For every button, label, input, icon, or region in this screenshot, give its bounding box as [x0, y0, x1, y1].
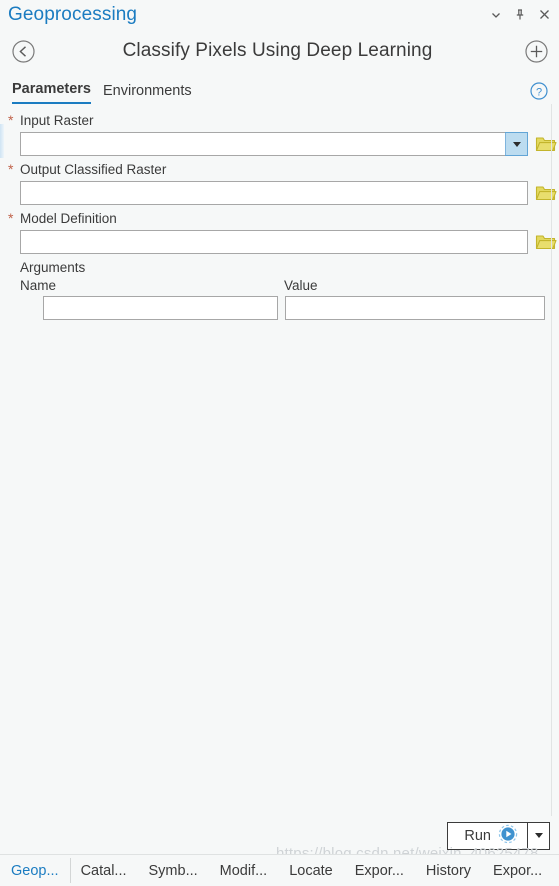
play-icon: [498, 824, 518, 848]
browse-output-classified-raster-button[interactable]: [533, 182, 559, 204]
svg-text:?: ?: [536, 86, 542, 98]
scrollbar-track[interactable]: [551, 104, 552, 816]
table-row: [20, 296, 559, 320]
page-title: Classify Pixels Using Deep Learning: [122, 40, 433, 61]
field-output-classified-raster: * Output Classified Raster: [0, 161, 559, 205]
browse-model-definition-button[interactable]: [533, 231, 559, 253]
tab-environments[interactable]: Environments: [103, 83, 192, 104]
bottom-tab-export-1[interactable]: Expor...: [344, 855, 415, 886]
help-icon[interactable]: ?: [529, 81, 549, 101]
bottom-tab-bar: Geop... Catal... Symb... Modif... Locate…: [0, 854, 559, 886]
column-header-value: Value: [284, 278, 318, 293]
label-text: Model Definition: [20, 211, 117, 226]
label-model-definition: * Model Definition: [8, 210, 559, 227]
arguments-section: Arguments Name Value: [0, 259, 559, 320]
titlebar-controls: [485, 0, 555, 29]
input-raster-input[interactable]: [20, 132, 505, 156]
field-input-raster: * Input Raster: [0, 112, 559, 158]
add-button[interactable]: [523, 38, 549, 64]
chevron-down-icon: [512, 141, 521, 147]
parameters-form: * Input Raster * Output Classified Raste…: [0, 104, 559, 816]
input-raster-dropdown-button[interactable]: [505, 133, 527, 155]
run-button-group: Run: [447, 821, 550, 850]
required-marker: *: [8, 210, 14, 226]
panel-titlebar: Geoprocessing: [0, 0, 559, 29]
field-model-definition: * Model Definition: [0, 210, 559, 254]
run-button[interactable]: Run: [447, 821, 528, 850]
bottom-tab-catalog[interactable]: Catal...: [69, 855, 138, 886]
chevron-down-icon[interactable]: [485, 4, 507, 26]
required-marker: *: [8, 112, 14, 128]
tab-strip: Parameters Environments ?: [0, 73, 559, 104]
label-text: Output Classified Raster: [20, 162, 167, 177]
column-header-name: Name: [20, 278, 57, 293]
bottom-tab-history[interactable]: History: [415, 855, 482, 886]
label-text: Input Raster: [20, 113, 94, 128]
output-classified-raster-input[interactable]: [20, 181, 528, 205]
bottom-tab-geoprocessing[interactable]: Geop...: [0, 855, 70, 886]
panel-title: Geoprocessing: [8, 4, 138, 25]
argument-name-input[interactable]: [43, 296, 278, 320]
bottom-tab-symbology[interactable]: Symb...: [138, 855, 209, 886]
argument-value-input[interactable]: [285, 296, 545, 320]
run-dropdown-button[interactable]: [528, 821, 550, 850]
input-raster-combobox[interactable]: [20, 132, 528, 156]
footer-bar: Run: [0, 816, 559, 855]
tool-header: Classify Pixels Using Deep Learning: [0, 29, 559, 73]
arguments-title: Arguments: [20, 260, 86, 275]
browse-input-raster-button[interactable]: [533, 133, 559, 155]
bottom-tab-export-2[interactable]: Expor...: [482, 855, 553, 886]
close-icon[interactable]: [533, 4, 555, 26]
run-button-label: Run: [464, 827, 491, 844]
arguments-header-row: Name Value: [20, 277, 559, 295]
label-output-classified-raster: * Output Classified Raster: [8, 161, 559, 178]
tab-parameters[interactable]: Parameters: [12, 81, 91, 104]
bottom-tab-modify[interactable]: Modif...: [209, 855, 279, 886]
pin-icon[interactable]: [509, 4, 531, 26]
back-button[interactable]: [10, 38, 36, 64]
label-input-raster: * Input Raster: [8, 112, 559, 129]
required-marker: *: [8, 161, 14, 177]
model-definition-input[interactable]: [20, 230, 528, 254]
bottom-tab-locate[interactable]: Locate: [278, 855, 344, 886]
chevron-down-icon: [534, 833, 543, 838]
